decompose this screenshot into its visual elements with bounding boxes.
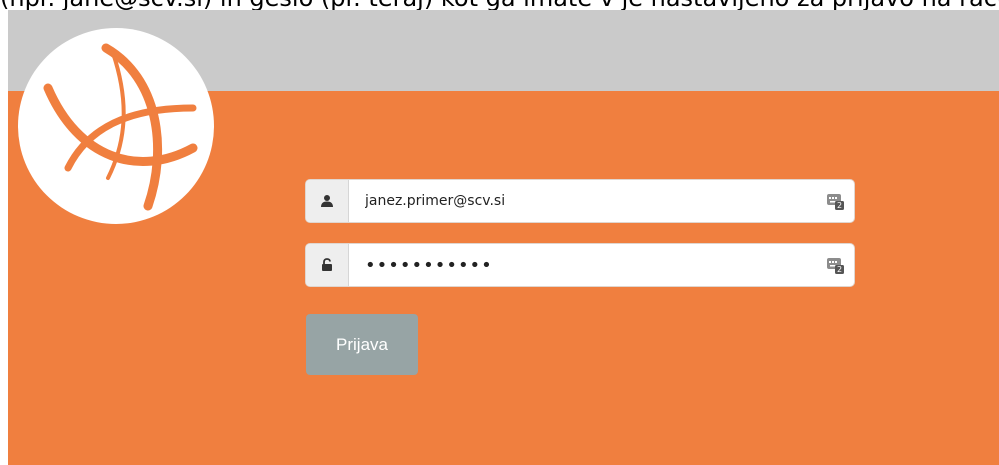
password-field: 2 <box>349 244 854 286</box>
user-icon <box>321 195 333 207</box>
login-page: (npr. jane@scv.si) in geslo (pr. teraj) … <box>0 0 999 465</box>
logo <box>18 28 214 224</box>
top-caption: (npr. jane@scv.si) in geslo (pr. teraj) … <box>0 0 999 10</box>
login-button[interactable]: Prijava <box>306 314 418 375</box>
unlock-icon <box>322 258 332 271</box>
username-field-group: 2 <box>306 180 854 222</box>
username-field: 2 <box>349 180 854 222</box>
keyboard-icon[interactable]: 2 <box>826 192 844 210</box>
password-input[interactable] <box>349 245 854 285</box>
username-addon <box>306 180 349 222</box>
svg-text:2: 2 <box>837 201 842 210</box>
password-field-group: 2 <box>306 244 854 286</box>
scv-swirl-logo-icon <box>43 43 198 211</box>
password-addon <box>306 244 349 286</box>
keyboard-icon[interactable]: 2 <box>826 256 844 274</box>
username-input[interactable] <box>349 181 854 221</box>
svg-text:2: 2 <box>837 265 842 274</box>
